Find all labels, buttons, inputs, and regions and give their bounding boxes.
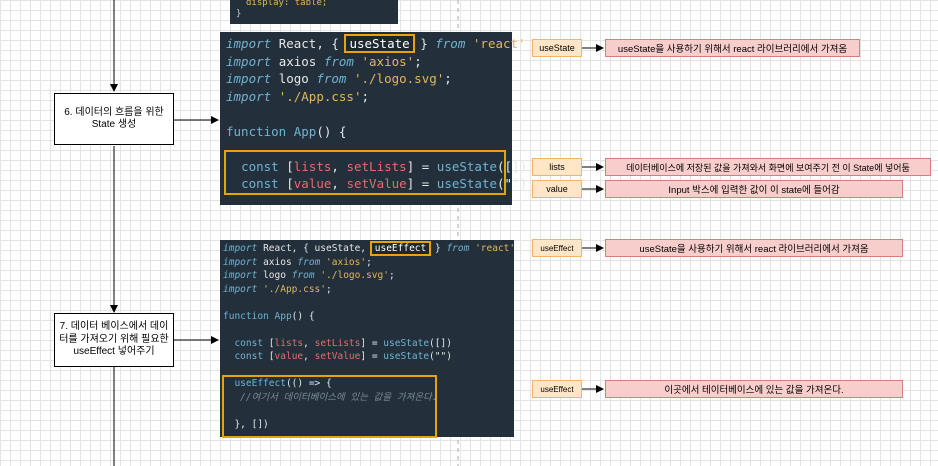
code-fragment-top: display: table; } — [230, 0, 398, 24]
useeffect-call-highlight — [222, 375, 437, 438]
code-token: 'axios' — [326, 256, 367, 268]
code-token: './logo.svg' — [353, 71, 445, 86]
code-token: App — [293, 123, 317, 139]
code-token: axios — [278, 53, 317, 69]
code-token: ] = — [360, 351, 378, 362]
code-token: import — [223, 256, 258, 268]
code-token: const — [234, 351, 264, 362]
code-token: function — [226, 123, 287, 139]
code-token: setLists — [314, 337, 361, 349]
useeffect-highlight: useEffect — [369, 241, 432, 256]
note-text: 데이터베이스에 저장된 값을 가져와서 화면에 보여주기 전 이 State에 … — [626, 162, 910, 173]
code-token: import — [226, 71, 272, 86]
annotation-note-lists: 데이터베이스에 저장된 값을 가져와서 화면에 보여주기 전 이 State에 … — [605, 158, 931, 176]
code-token: useState — [383, 351, 430, 362]
code-token: function — [223, 310, 269, 322]
tag-label: value — [546, 184, 568, 194]
code-token: ; — [325, 283, 332, 295]
code-token: 'react' — [475, 243, 516, 254]
code-token: ; — [366, 256, 372, 268]
code-token: ; — [361, 88, 370, 104]
code-token: from — [297, 256, 321, 268]
note-text: 이곳에서 테이터베이스에 있는 값을 가져온다. — [664, 385, 844, 396]
code-token: setValue — [314, 351, 361, 362]
annotation-tag-value: value — [532, 180, 582, 198]
code-token: './App.css' — [278, 88, 362, 104]
usestate-highlight: useState — [344, 34, 415, 53]
code-token: import — [226, 36, 272, 51]
code-token: from — [435, 36, 466, 51]
code-token: import — [223, 270, 258, 281]
code-token: import — [226, 88, 272, 104]
annotation-tag-useeffect: useEffect — [532, 239, 582, 257]
code-token: React, { useState, — [263, 243, 367, 254]
annotation-tag-lists: lists — [532, 158, 582, 176]
code-token: lists — [274, 337, 304, 349]
note-text: Input 박스에 입력한 값이 이 state에 들어감 — [668, 185, 840, 196]
step7-box: 7. 데이터 베이스에서 데이터를 가져오기 위해 필요한 useEffect … — [54, 313, 174, 367]
code-token: , — [303, 351, 309, 362]
code-token: axios — [263, 256, 292, 268]
note-text: useState을 사용하기 위해서 react 라이브러리에서 가져옴 — [639, 244, 869, 255]
code-token: } — [434, 243, 441, 254]
code-token: ; — [388, 270, 395, 281]
code-token: ; — [444, 71, 452, 86]
code-token: from — [316, 71, 347, 86]
code-token: () { — [291, 310, 315, 322]
code-token: import — [223, 243, 258, 254]
code-token: './logo.svg' — [320, 270, 389, 281]
code-token: logo — [263, 270, 286, 281]
code-token: React, { — [278, 36, 339, 51]
tag-label: useState — [539, 43, 575, 53]
code-token: value — [274, 351, 304, 362]
step6-box: 6. 데이터의 흐름을 위한 State 생성 — [54, 93, 174, 145]
code-token: ([]) — [429, 337, 452, 349]
code-token: './App.css' — [263, 283, 326, 295]
step6-label: 6. 데이터의 흐름을 위한 State 생성 — [64, 106, 164, 131]
annotation-note-usestate: useState을 사용하기 위해서 react 라이브러리에서 가져옴 — [605, 39, 860, 57]
code-token: from — [291, 270, 315, 281]
tag-label: useEffect — [540, 384, 574, 394]
annotation-note-value: Input 박스에 입력한 값이 이 state에 들어감 — [605, 180, 903, 198]
annotation-note-useeffect-call: 이곳에서 테이터베이스에 있는 값을 가져온다. — [605, 380, 903, 398]
code-token: ] = — [360, 337, 378, 349]
diagram-canvas: display: table; } 6. 데이터의 흐름을 위한 State 생… — [0, 0, 938, 466]
code-token: import — [226, 53, 272, 69]
code-token: ; — [414, 53, 422, 69]
tag-label: useEffect — [540, 243, 574, 253]
note-text: useState을 사용하기 위해서 react 라이브러리에서 가져옴 — [617, 44, 848, 55]
annotation-note-useeffect: useState을 사용하기 위해서 react 라이브러리에서 가져옴 — [605, 239, 903, 257]
code-token: () { — [316, 123, 347, 139]
code-token: from — [323, 53, 354, 69]
state-declaration-highlight — [224, 150, 506, 195]
code-token: } — [420, 36, 428, 51]
code-token: 'axios' — [361, 53, 415, 69]
code-token: logo — [278, 71, 309, 86]
code-token: const — [234, 337, 264, 349]
annotation-tag-useeffect-call: useEffect — [532, 380, 582, 398]
css-brace: } — [236, 9, 242, 19]
css-line: display: table; — [246, 0, 328, 8]
code-token: useState — [383, 337, 430, 349]
code-token: , — [303, 337, 309, 349]
code-token: ("") — [429, 351, 452, 362]
step7-label: 7. 데이터 베이스에서 데이터를 가져오기 위해 필요한 useEffect … — [59, 321, 169, 358]
code-token: 'react' — [472, 36, 526, 51]
code-token: App — [274, 310, 292, 322]
annotation-tag-usestate: useState — [532, 39, 582, 57]
code-token: from — [446, 243, 470, 254]
tag-label: lists — [549, 162, 565, 172]
code-token: import — [223, 283, 258, 295]
